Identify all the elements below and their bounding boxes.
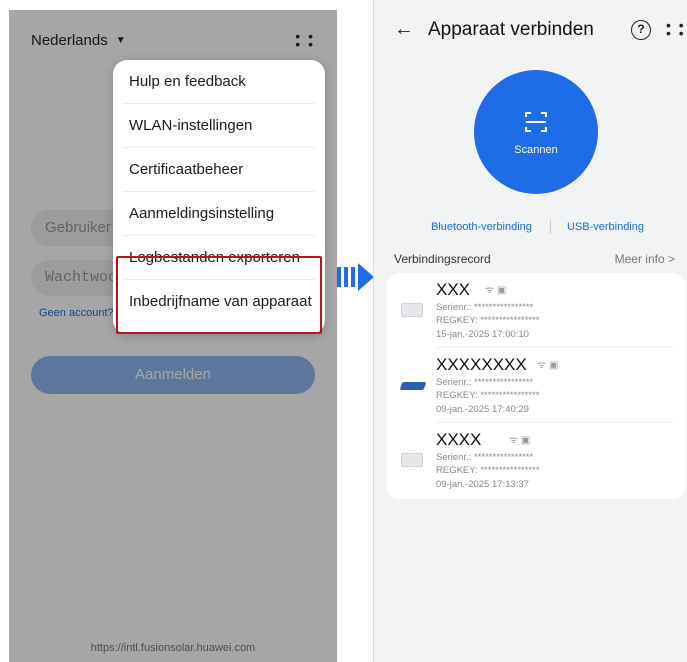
- inverter-icon: [401, 303, 423, 317]
- highlight-box: [116, 256, 322, 334]
- scan-label: Scannen: [514, 144, 558, 156]
- device-name: XXXX: [436, 430, 482, 449]
- connect-device-screen: ← Apparaat verbinden ? • • • • Scannen Bl…: [373, 0, 687, 662]
- serial-number: Serienr.: ****************: [436, 377, 534, 388]
- login-screen: Nederlands ▼ • • • • Gebruiker Wachtwoo G…: [9, 10, 337, 662]
- regkey: REGKEY: ****************: [436, 390, 540, 401]
- list-item[interactable]: XXXX ᯤ ▣ Serienr.: **************** REGK…: [387, 423, 685, 498]
- menu-item-wlan[interactable]: WLAN-instellingen: [123, 104, 315, 148]
- device-name: XXX: [436, 280, 471, 299]
- menu-item-certificates[interactable]: Certificaatbeheer: [123, 148, 315, 192]
- serial-number: Serienr.: ****************: [436, 452, 534, 463]
- wifi-icon: ᯤ ▣: [537, 360, 559, 371]
- inverter-icon: [401, 453, 423, 467]
- solar-panel-icon: [399, 382, 427, 390]
- arrow-right-icon: [337, 263, 374, 291]
- timestamp: 15-jan.-2025 17:00:10: [436, 329, 529, 340]
- list-item[interactable]: XXXXXXXX ᯤ ▣ Serienr.: **************** …: [387, 348, 685, 423]
- regkey: REGKEY: ****************: [436, 465, 540, 476]
- wifi-icon: ᯤ ▣: [509, 435, 531, 446]
- timestamp: 09-jan.-2025 17:40:29: [436, 404, 529, 415]
- regkey: REGKEY: ****************: [436, 315, 540, 326]
- timestamp: 09-jan.-2025 17:13:37: [436, 479, 529, 490]
- menu-item-login-settings[interactable]: Aanmeldingsinstelling: [123, 192, 315, 236]
- help-icon[interactable]: ?: [631, 20, 651, 40]
- more-menu-icon[interactable]: • • • •: [666, 18, 686, 40]
- scan-button[interactable]: Scannen: [474, 70, 598, 194]
- page-title: Apparaat verbinden: [428, 19, 594, 40]
- bluetooth-connection-link[interactable]: Bluetooth-verbinding: [431, 221, 532, 233]
- scan-icon: [525, 112, 547, 132]
- more-info-link[interactable]: Meer info >: [615, 252, 675, 266]
- records-card: XXX ᯤ ▣ Serienr.: **************** REGKE…: [387, 273, 685, 499]
- menu-item-help[interactable]: Hulp en feedback: [123, 60, 315, 104]
- usb-connection-link[interactable]: USB-verbinding: [567, 221, 644, 233]
- top-bar: ← Apparaat verbinden ? • • • •: [374, 18, 687, 44]
- chevron-right-icon: >: [667, 252, 675, 266]
- wifi-icon: ᯤ ▣: [485, 285, 507, 296]
- records-title: Verbindingsrecord: [394, 252, 491, 266]
- list-item[interactable]: XXX ᯤ ▣ Serienr.: **************** REGKE…: [387, 273, 685, 348]
- device-name: XXXXXXXX: [436, 355, 527, 374]
- serial-number: Serienr.: ****************: [436, 302, 534, 313]
- divider: [550, 220, 551, 234]
- back-arrow-icon[interactable]: ←: [394, 18, 414, 41]
- more-info-label: Meer info: [614, 252, 665, 266]
- records-header: Verbindingsrecord Meer info >: [394, 252, 675, 266]
